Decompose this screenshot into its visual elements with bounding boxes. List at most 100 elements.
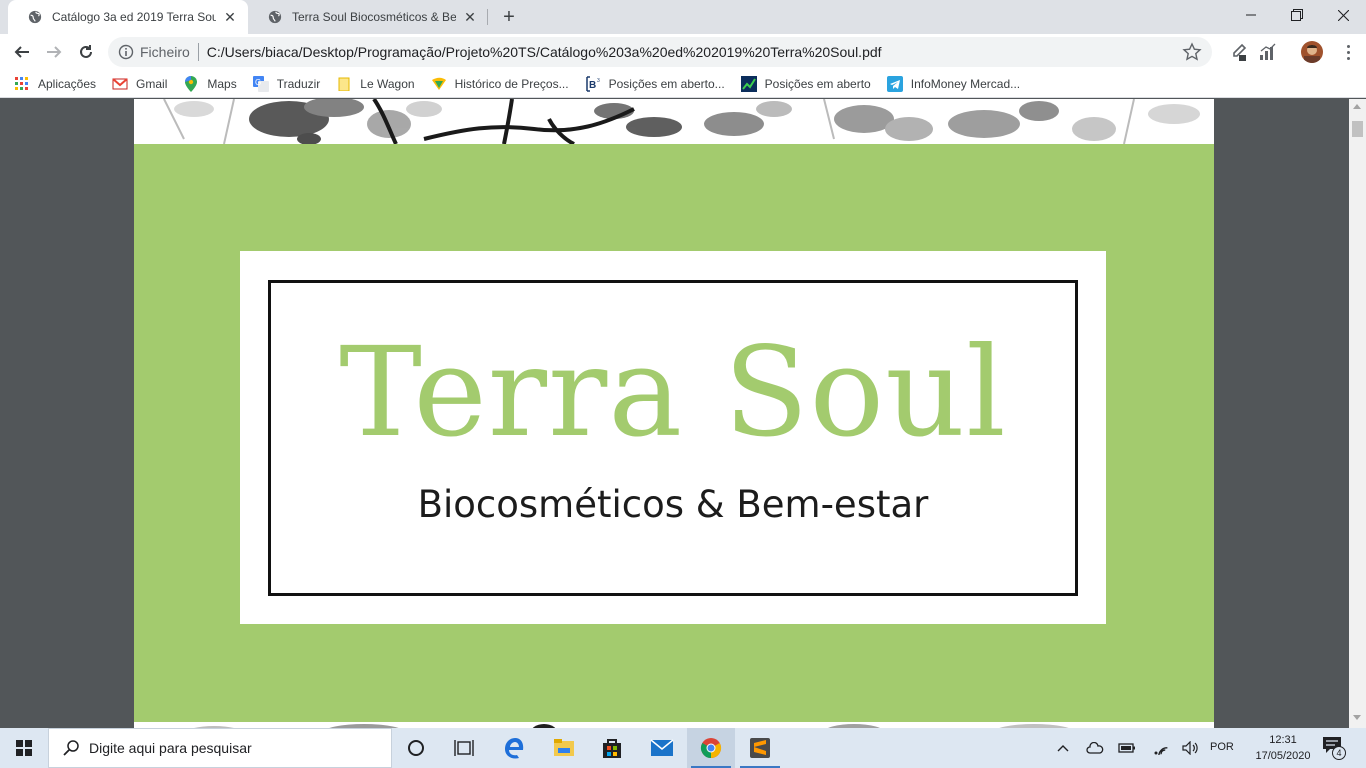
translate-icon: G (252, 75, 269, 92)
extension-signal-icon[interactable] (1258, 42, 1278, 62)
bookmark-label: Aplicações (38, 76, 97, 91)
sublime-text-icon (750, 738, 770, 758)
reload-button[interactable] (72, 38, 100, 66)
battery-icon (1118, 743, 1135, 753)
battery-tray-button[interactable] (1116, 728, 1138, 768)
pdf-page: Terra Soul Biocosméticos & Bem-estar (134, 99, 1214, 728)
close-window-button[interactable] (1320, 0, 1366, 30)
minimize-button[interactable] (1228, 0, 1274, 30)
b3-icon: B3 (585, 75, 601, 92)
url-text[interactable]: C:/Users/biaca/Desktop/Programação/Proje… (207, 44, 1182, 60)
vertical-scrollbar[interactable] (1349, 99, 1366, 728)
scroll-up-arrow-icon[interactable] (1353, 104, 1361, 109)
gmail-icon (112, 76, 128, 92)
reload-icon (80, 45, 92, 58)
file-explorer-taskbar-button[interactable] (540, 728, 588, 768)
cortana-circle-icon (408, 740, 424, 756)
taskbar-clock[interactable]: 12:31 17/05/2020 (1248, 732, 1318, 764)
bookmark-le-wagon[interactable]: Le Wagon (336, 76, 415, 92)
start-button[interactable] (0, 728, 48, 768)
windows-logo-icon (16, 740, 32, 756)
logo-card: Terra Soul Biocosméticos & Bem-estar (240, 251, 1106, 624)
logo-frame: Terra Soul Biocosméticos & Bem-estar (268, 280, 1078, 596)
maps-pin-icon (183, 75, 199, 92)
tab-catalogo[interactable]: Catálogo 3a ed 2019 Terra Soul ✕ (8, 0, 248, 34)
botanical-illustration-top (163, 99, 1200, 144)
search-icon (63, 740, 79, 756)
cover-background: Terra Soul Biocosméticos & Bem-estar (134, 144, 1214, 722)
chart-icon (740, 75, 757, 92)
folder-explorer-icon (554, 739, 574, 756)
bookmark-star-icon[interactable] (1182, 42, 1202, 62)
globe-icon (28, 10, 42, 24)
speaker-icon (1182, 741, 1198, 755)
tab-strip: Catálogo 3a ed 2019 Terra Soul ✕ Terra S… (0, 0, 1366, 34)
tab-terra-soul-site[interactable]: Terra Soul Biocosméticos & Bem-estar ✕ (248, 0, 488, 34)
apps-grid-icon (14, 76, 30, 92)
close-tab-icon[interactable]: ✕ (462, 9, 478, 25)
scroll-thumb[interactable] (1352, 121, 1363, 137)
close-tab-icon[interactable]: ✕ (222, 9, 238, 25)
extension-eyedropper-icon[interactable] (1228, 42, 1248, 62)
bookmark-label: Traduzir (276, 76, 321, 91)
minimize-icon (1246, 14, 1256, 16)
bookmark-posicoes-chart[interactable]: Posições em aberto (740, 75, 871, 92)
taskbar-search-box[interactable]: Digite aqui para pesquisar (48, 728, 392, 768)
brand-tagline: Biocosméticos & Bem-estar (417, 483, 929, 526)
new-tab-button[interactable]: + (497, 5, 521, 29)
brand-name: Terra Soul (339, 321, 1007, 465)
chrome-menu-button[interactable] (1338, 42, 1358, 62)
address-divider (197, 43, 199, 61)
bookmark-infomoney[interactable]: InfoMoney Mercad... (886, 75, 1021, 92)
bookmark-maps[interactable]: Maps (183, 75, 237, 92)
globe-icon (268, 10, 282, 24)
tab-title: Catálogo 3a ed 2019 Terra Soul (52, 10, 216, 24)
store-taskbar-button[interactable] (588, 728, 636, 768)
svg-text:B: B (589, 80, 596, 91)
cloud-icon (1086, 742, 1104, 754)
edge-taskbar-button[interactable] (490, 728, 538, 768)
mail-taskbar-button[interactable] (638, 728, 686, 768)
browser-toolbar: Ficheiro C:/Users/biaca/Desktop/Programa… (0, 34, 1366, 70)
bookmark-aplicacoes[interactable]: Aplicações (14, 76, 96, 92)
forward-button[interactable] (40, 38, 68, 66)
back-button[interactable] (8, 38, 36, 66)
edge-icon (505, 738, 524, 759)
forward-arrow-icon (47, 46, 62, 58)
address-bar[interactable]: Ficheiro C:/Users/biaca/Desktop/Programa… (108, 37, 1212, 67)
input-language-indicator[interactable]: POR (1210, 741, 1234, 753)
bookmark-label: Gmail (136, 76, 168, 91)
tab-divider (487, 9, 488, 25)
svg-text:3: 3 (597, 78, 600, 84)
task-view-button[interactable] (440, 728, 488, 768)
onedrive-tray-button[interactable] (1084, 728, 1106, 768)
telegram-icon (886, 75, 903, 92)
folder-icon (336, 76, 352, 92)
sublime-text-taskbar-button[interactable] (736, 728, 784, 768)
bookmark-label: InfoMoney Mercad... (910, 76, 1021, 91)
store-bag-icon (603, 739, 621, 758)
restore-icon (1291, 9, 1303, 21)
bookmark-posicoes-b3[interactable]: B3 Posições em aberto... (585, 75, 725, 92)
show-hidden-icons-button[interactable] (1052, 728, 1074, 768)
bookmark-historico-precos[interactable]: Histórico de Preços... (431, 76, 569, 92)
restore-button[interactable] (1274, 0, 1320, 30)
volume-tray-button[interactable] (1180, 728, 1202, 768)
info-icon[interactable] (118, 44, 134, 60)
bookmark-label: Posições em aberto... (608, 76, 725, 91)
cortana-button[interactable] (392, 728, 440, 768)
pdf-viewer[interactable]: Terra Soul Biocosméticos & Bem-estar (0, 99, 1366, 728)
task-view-icon (454, 740, 474, 756)
bookmark-gmail[interactable]: Gmail (112, 76, 167, 92)
bookmark-traduzir[interactable]: G Traduzir (252, 75, 321, 92)
chrome-taskbar-button[interactable] (687, 728, 735, 768)
close-icon (1337, 9, 1349, 21)
tab-title: Terra Soul Biocosméticos & Bem-estar (292, 10, 456, 24)
back-arrow-icon (14, 46, 29, 58)
action-center-button[interactable]: 4 (1322, 736, 1346, 760)
profile-avatar[interactable] (1301, 41, 1323, 63)
wifi-tray-button[interactable] (1150, 728, 1172, 768)
search-placeholder: Digite aqui para pesquisar (89, 740, 252, 756)
avatar-icon (1304, 45, 1320, 63)
scroll-down-arrow-icon[interactable] (1353, 715, 1361, 720)
